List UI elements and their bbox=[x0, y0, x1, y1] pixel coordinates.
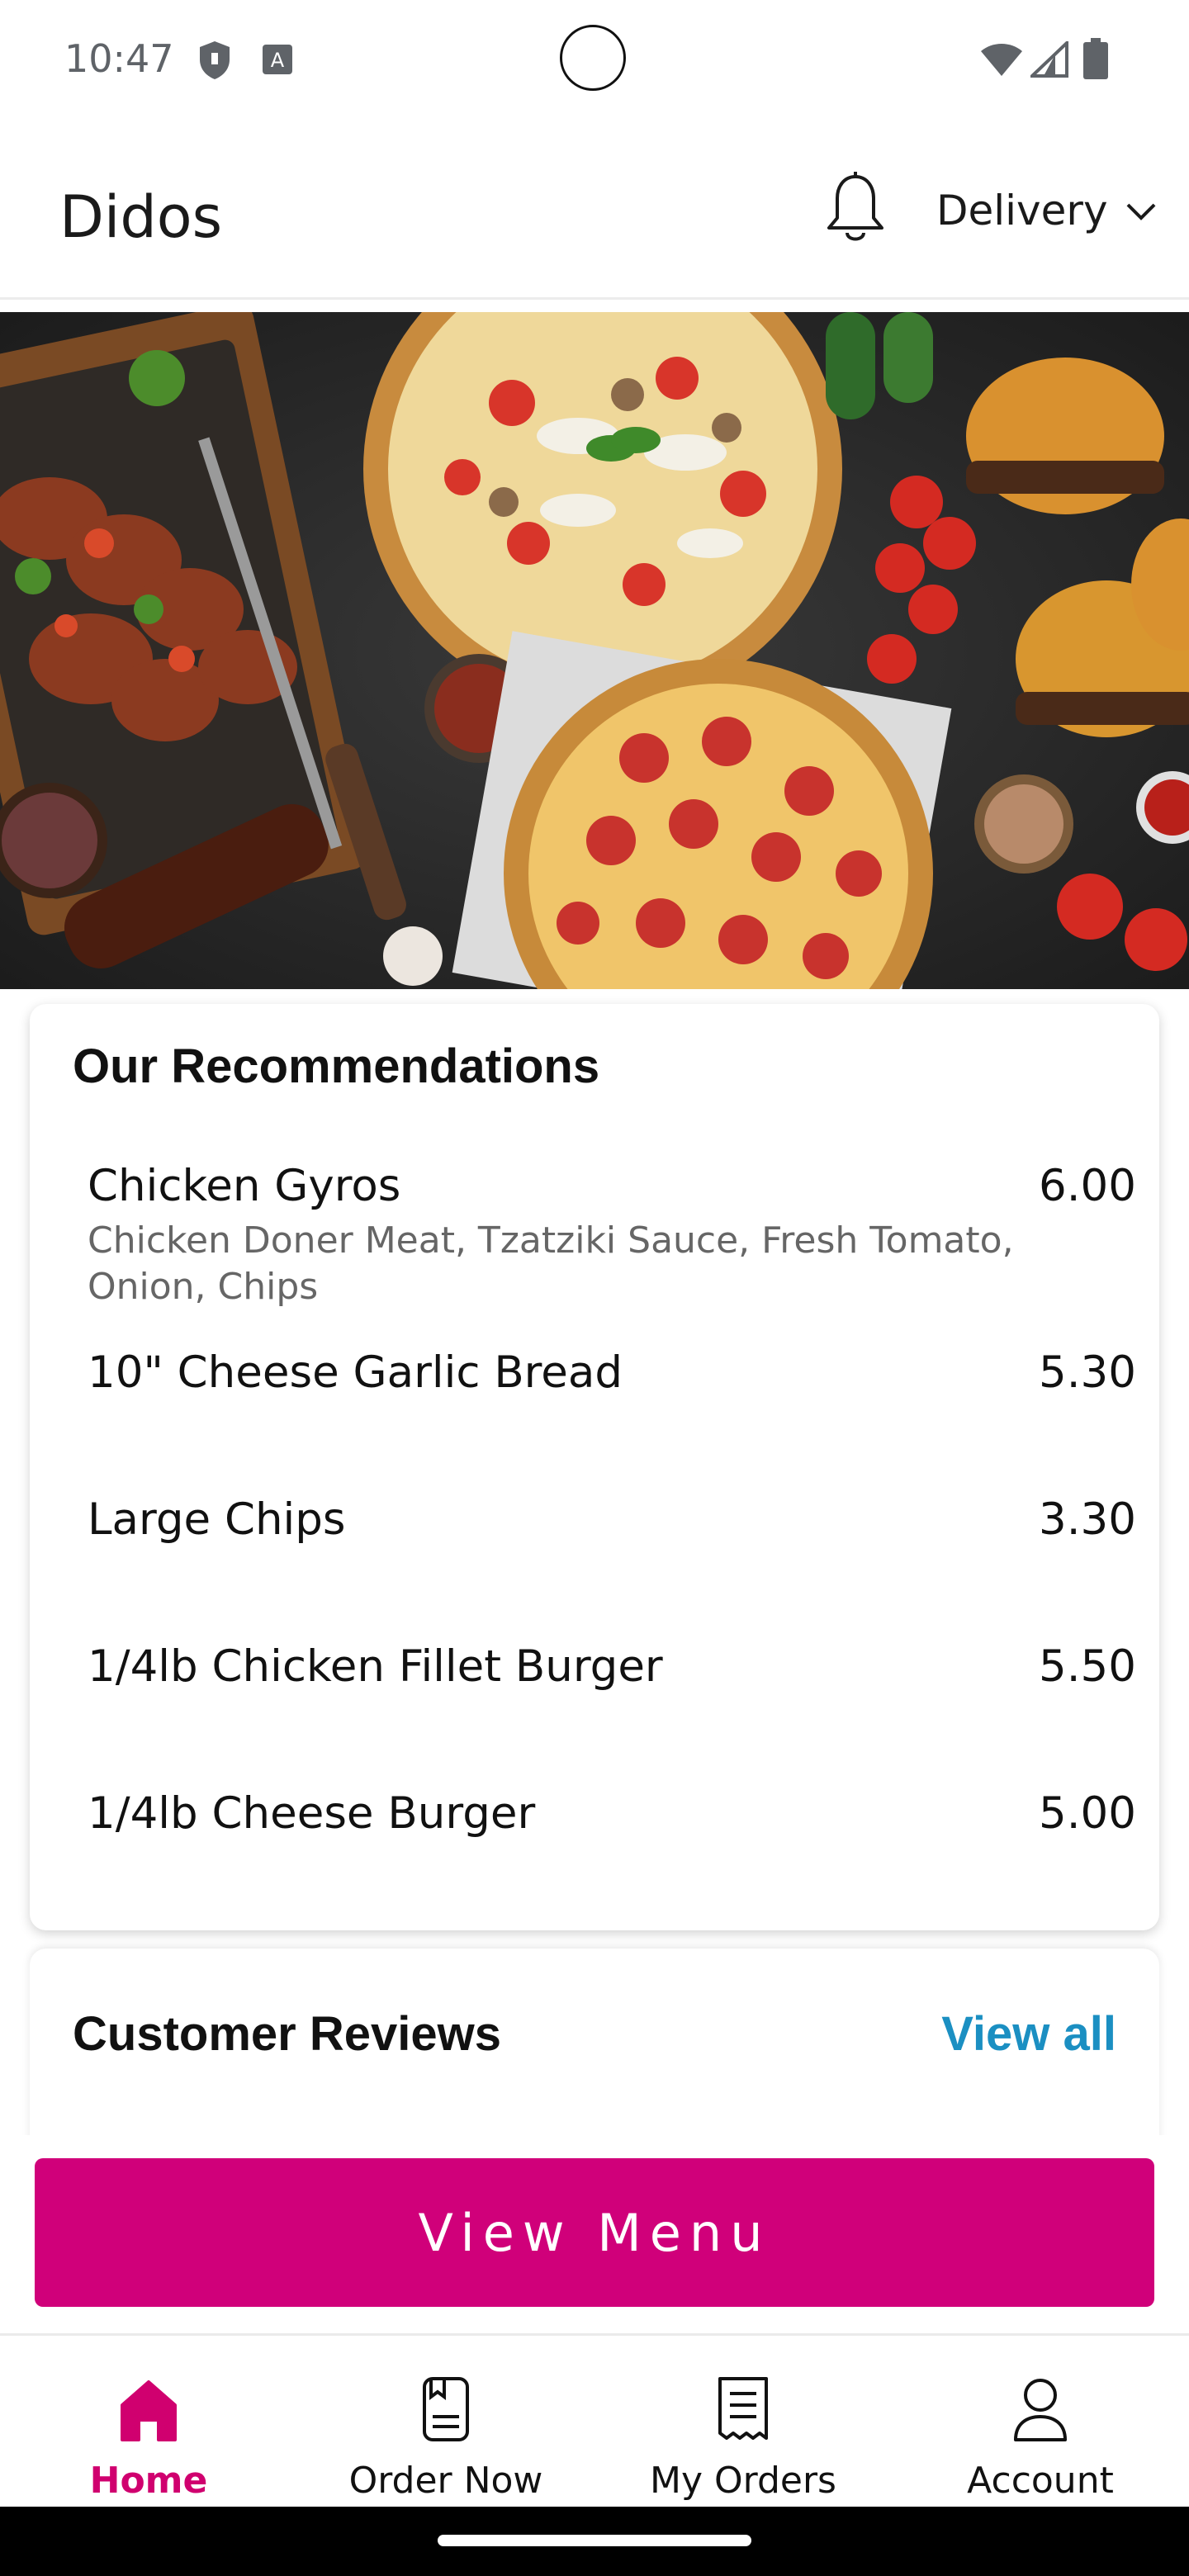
nav-order-now[interactable]: Order Now bbox=[297, 2336, 594, 2509]
chevron-down-icon bbox=[1126, 203, 1155, 220]
item-price: 6.00 bbox=[1038, 1161, 1136, 1211]
item-price: 5.00 bbox=[1038, 1788, 1136, 1839]
nav-my-orders-label: My Orders bbox=[650, 2460, 836, 2502]
hero-food-image bbox=[0, 312, 1189, 989]
item-price: 3.30 bbox=[1038, 1494, 1136, 1545]
view-menu-button[interactable]: View Menu bbox=[35, 2158, 1154, 2307]
nav-account-label: Account bbox=[967, 2460, 1114, 2502]
app-title: Didos bbox=[59, 183, 223, 251]
svg-text:A: A bbox=[271, 49, 285, 72]
nav-order-now-label: Order Now bbox=[348, 2460, 543, 2502]
menu-book-icon bbox=[423, 2377, 469, 2441]
item-name: Chicken Gyros bbox=[88, 1161, 401, 1211]
nav-account[interactable]: Account bbox=[892, 2336, 1189, 2509]
nav-home[interactable]: Home bbox=[0, 2336, 297, 2509]
bottom-navigation: Home Order Now My Orders Account bbox=[0, 2333, 1189, 2509]
item-description: Chicken Doner Meat, Tzatziki Sauce, Fres… bbox=[88, 1219, 1014, 1308]
recommendation-item[interactable]: 1/4lb Chicken Fillet Burger 5.50 bbox=[88, 1641, 1136, 1692]
recommendation-item[interactable]: Chicken Gyros 6.00 Chicken Doner Meat, T… bbox=[88, 1161, 1136, 1310]
view-menu-bar: View Menu bbox=[0, 2135, 1189, 2333]
item-name: 1/4lb Chicken Fillet Burger bbox=[88, 1641, 663, 1692]
notification-bell-icon[interactable] bbox=[822, 170, 888, 249]
cellular-signal-icon bbox=[1030, 41, 1068, 78]
customer-reviews-title: Customer Reviews bbox=[73, 2007, 501, 2061]
nav-my-orders[interactable]: My Orders bbox=[594, 2336, 892, 2509]
recommendation-item[interactable]: Large Chips 3.30 bbox=[88, 1494, 1136, 1545]
shield-icon bbox=[200, 41, 230, 79]
app-header: Didos Delivery bbox=[0, 124, 1189, 300]
camera-cutout bbox=[560, 25, 626, 91]
receipt-icon bbox=[718, 2377, 768, 2440]
home-gesture-pill[interactable] bbox=[438, 2535, 751, 2546]
keyboard-a-icon: A bbox=[263, 45, 292, 74]
status-time: 10:47 bbox=[64, 36, 174, 81]
item-price: 5.30 bbox=[1038, 1347, 1136, 1398]
delivery-mode-select[interactable]: Delivery bbox=[936, 187, 1158, 234]
account-icon bbox=[1014, 2379, 1067, 2441]
battery-icon bbox=[1083, 38, 1108, 79]
recommendation-item[interactable]: 10" Cheese Garlic Bread 5.30 bbox=[88, 1347, 1136, 1398]
item-price: 5.50 bbox=[1038, 1641, 1136, 1692]
item-name: 1/4lb Cheese Burger bbox=[88, 1788, 536, 1839]
nav-home-label: Home bbox=[89, 2460, 208, 2502]
recommendations-card: Our Recommendations Chicken Gyros 6.00 C… bbox=[30, 1004, 1159, 1930]
recommendations-title: Our Recommendations bbox=[73, 1039, 600, 1093]
delivery-label: Delivery bbox=[936, 187, 1108, 234]
status-bar: 10:47 A bbox=[0, 0, 1189, 124]
item-name: Large Chips bbox=[88, 1494, 346, 1545]
recommendation-item[interactable]: 1/4lb Cheese Burger 5.00 bbox=[88, 1788, 1136, 1839]
item-name: 10" Cheese Garlic Bread bbox=[88, 1347, 623, 1398]
wifi-icon bbox=[981, 44, 1022, 76]
system-navigation-bar bbox=[0, 2507, 1189, 2576]
home-icon bbox=[121, 2380, 177, 2441]
view-all-reviews-link[interactable]: View all bbox=[941, 2006, 1116, 2062]
